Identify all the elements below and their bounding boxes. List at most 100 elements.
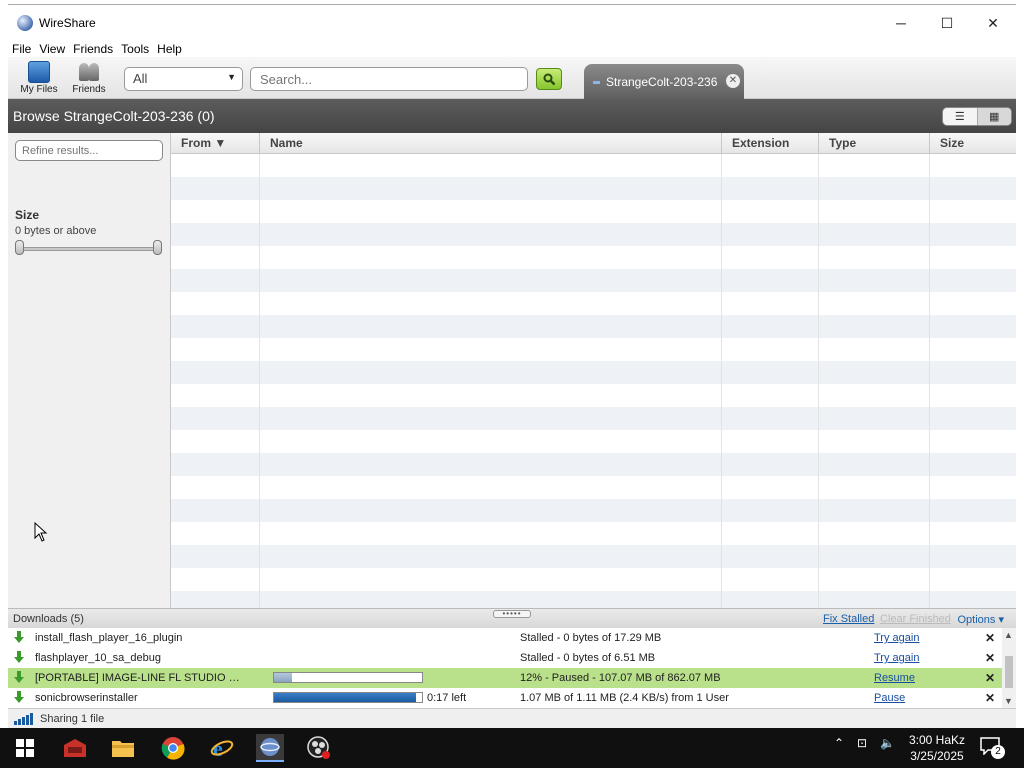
table-cell: [260, 177, 722, 200]
table-row: [171, 338, 1016, 361]
obs-studio-icon[interactable]: [305, 734, 333, 762]
chrome-icon[interactable]: [159, 734, 187, 762]
tab-close-icon[interactable]: ✕: [726, 74, 740, 88]
search-category-dropdown[interactable]: All ▼: [124, 67, 243, 91]
splitter-grip-icon[interactable]: •••••: [493, 610, 531, 618]
view-toggle: ☰ ▦: [942, 107, 1012, 126]
table-cell: [171, 315, 260, 338]
table-cell: [930, 568, 1016, 591]
remove-download-icon[interactable]: ✕: [985, 651, 995, 665]
menu-file[interactable]: File: [8, 42, 35, 56]
connection-strength-icon[interactable]: [14, 712, 33, 725]
table-cell: [171, 453, 260, 476]
table-cell: [260, 361, 722, 384]
scroll-down-icon[interactable]: ▼: [1004, 696, 1013, 706]
table-row: [171, 499, 1016, 522]
table-cell: [930, 545, 1016, 568]
table-cell: [930, 338, 1016, 361]
remove-download-icon[interactable]: ✕: [985, 631, 995, 645]
windows-start-icon[interactable]: [11, 734, 39, 762]
table-row: [171, 384, 1016, 407]
remove-download-icon[interactable]: ✕: [985, 691, 995, 705]
size-filter-title: Size: [15, 208, 40, 222]
download-row-selected[interactable]: [PORTABLE] IMAGE-LINE FL STUDIO PR... 12…: [8, 668, 1016, 688]
try-again-link[interactable]: Try again: [874, 632, 919, 644]
table-cell: [260, 269, 722, 292]
try-again-link[interactable]: Try again: [874, 652, 919, 664]
column-header-size[interactable]: Size: [930, 133, 1016, 154]
menu-help[interactable]: Help: [153, 42, 186, 56]
clear-finished-link[interactable]: Clear Finished: [880, 613, 951, 625]
minimize-button[interactable]: ─: [878, 5, 924, 41]
menu-view[interactable]: View: [35, 42, 69, 56]
my-files-button[interactable]: My Files: [11, 59, 67, 99]
window-title: WireShare: [39, 15, 96, 30]
volume-icon[interactable]: 🔈: [880, 736, 895, 750]
column-header-from[interactable]: From ▼: [171, 133, 260, 154]
file-explorer-icon[interactable]: [109, 734, 137, 762]
table-cell: [260, 591, 722, 608]
size-slider-min-handle[interactable]: [15, 240, 24, 255]
column-header-extension[interactable]: Extension: [722, 133, 819, 154]
toolbox-app-icon[interactable]: [61, 734, 89, 762]
window-controls: ─ ☐ ✕: [878, 5, 1016, 41]
column-header-type[interactable]: Type: [819, 133, 930, 154]
column-header-name[interactable]: Name: [260, 133, 722, 154]
system-clock[interactable]: 3:00 HaKz 3/25/2025: [905, 732, 969, 764]
download-row[interactable]: install_flash_player_16_plugin Stalled -…: [8, 628, 1016, 648]
show-hidden-icons-icon[interactable]: ⌃: [834, 736, 844, 750]
table-cell: [819, 246, 930, 269]
table-cell: [171, 407, 260, 430]
table-cell: [260, 430, 722, 453]
table-cell: [930, 269, 1016, 292]
menu-tools[interactable]: Tools: [117, 42, 153, 56]
size-slider-max-handle[interactable]: [153, 240, 162, 255]
maximize-button[interactable]: ☐: [924, 5, 970, 41]
table-cell: [722, 269, 819, 292]
table-cell: [722, 545, 819, 568]
internet-explorer-icon[interactable]: e: [208, 734, 236, 762]
search-category-value: All: [133, 71, 148, 86]
table-cell: [171, 292, 260, 315]
download-name: sonicbrowserinstaller: [35, 692, 138, 704]
sharing-status[interactable]: Sharing 1 file: [40, 713, 104, 725]
size-slider-track[interactable]: [19, 247, 159, 251]
refine-results-input[interactable]: [15, 140, 163, 161]
wireshare-taskbar-icon[interactable]: [256, 734, 284, 762]
remove-download-icon[interactable]: ✕: [985, 671, 995, 685]
download-arrow-icon: [14, 651, 24, 664]
table-cell: [260, 545, 722, 568]
table-row: [171, 361, 1016, 384]
network-icon[interactable]: ⊡: [857, 736, 867, 750]
grid-view-icon[interactable]: ▦: [976, 108, 1011, 125]
tab-browse-strangecolt[interactable]: StrangeColt-203-236 ✕: [584, 64, 744, 100]
downloads-options-menu[interactable]: Options ▾: [958, 613, 1005, 626]
download-row[interactable]: sonicbrowserinstaller 0:17 left 1.07 MB …: [8, 688, 1016, 708]
table-cell: [722, 292, 819, 315]
close-button[interactable]: ✕: [970, 5, 1016, 41]
scrollbar-thumb[interactable]: [1005, 656, 1013, 688]
pause-link[interactable]: Pause: [874, 692, 905, 704]
search-input[interactable]: [250, 67, 528, 91]
table-cell: [819, 361, 930, 384]
clock-date: 3/25/2025: [910, 749, 964, 763]
action-center-icon[interactable]: 2: [980, 737, 1005, 759]
results-table: From ▼ Name Extension Type Size: [171, 133, 1016, 608]
menu-friends[interactable]: Friends: [69, 42, 117, 56]
table-cell: [930, 200, 1016, 223]
table-cell: [722, 407, 819, 430]
resume-link[interactable]: Resume: [874, 672, 915, 684]
table-row: [171, 453, 1016, 476]
menu-bar: File View Friends Tools Help: [8, 40, 1016, 57]
table-cell: [171, 361, 260, 384]
download-row[interactable]: flashplayer_10_sa_debug Stalled - 0 byte…: [8, 648, 1016, 668]
friends-button[interactable]: Friends: [61, 59, 117, 99]
table-row: [171, 200, 1016, 223]
fix-stalled-link[interactable]: Fix Stalled: [823, 613, 874, 625]
search-button[interactable]: [536, 68, 562, 90]
scroll-up-icon[interactable]: ▲: [1004, 630, 1013, 640]
downloads-scrollbar[interactable]: ▲ ▼: [1002, 628, 1016, 708]
table-cell: [722, 361, 819, 384]
list-view-icon[interactable]: ☰: [943, 108, 977, 125]
table-cell: [260, 407, 722, 430]
